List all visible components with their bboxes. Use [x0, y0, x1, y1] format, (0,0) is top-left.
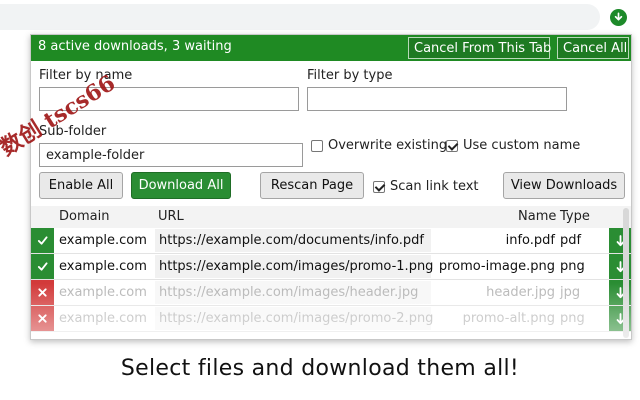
- row-toggle[interactable]: [31, 280, 54, 305]
- download-status-text: 8 active downloads, 3 waiting: [38, 39, 232, 54]
- table-scrollbar[interactable]: [623, 208, 629, 338]
- overwrite-option[interactable]: Overwrite existing: [311, 138, 447, 153]
- row-name[interactable]: promo-alt.png: [463, 311, 555, 326]
- row-name[interactable]: info.pdf: [506, 233, 555, 248]
- table-header: Domain URL Name Type: [31, 206, 631, 228]
- check-icon: [37, 236, 48, 245]
- close-icon: [38, 288, 47, 297]
- row-url: https://example.com/images/promo-1.png: [159, 259, 434, 274]
- row-name[interactable]: promo-image.png: [439, 259, 555, 274]
- extension-download-button[interactable]: [610, 9, 627, 26]
- cancel-from-tab-button[interactable]: Cancel From This Tab: [408, 37, 551, 59]
- table-row[interactable]: example.com https://example.com/document…: [31, 228, 631, 254]
- enable-all-button[interactable]: Enable All: [39, 172, 123, 199]
- row-url: https://example.com/documents/info.pdf: [159, 233, 424, 248]
- column-name[interactable]: Name: [518, 209, 556, 224]
- download-all-button[interactable]: Download All: [131, 172, 231, 199]
- scan-link-label: Scan link text: [390, 179, 479, 194]
- overwrite-checkbox[interactable]: [311, 139, 323, 152]
- scan-link-option[interactable]: Scan link text: [373, 179, 479, 194]
- close-icon: [38, 314, 47, 323]
- row-name[interactable]: header.jpg: [486, 285, 555, 300]
- row-domain: example.com: [59, 233, 147, 248]
- table-row[interactable]: example.com https://example.com/images/p…: [31, 254, 631, 280]
- scan-link-checkbox[interactable]: [373, 180, 385, 193]
- subfolder-input[interactable]: [39, 143, 303, 167]
- row-domain: example.com: [59, 259, 147, 274]
- row-url: https://example.com/images/promo-2.png: [159, 311, 434, 326]
- filter-type-input[interactable]: [307, 87, 567, 111]
- row-toggle[interactable]: [31, 254, 54, 279]
- overwrite-label: Overwrite existing: [328, 138, 448, 153]
- custom-name-checkbox[interactable]: [446, 139, 458, 152]
- row-type: jpg: [560, 285, 581, 300]
- check-icon: [37, 262, 48, 271]
- row-domain: example.com: [59, 311, 147, 326]
- rescan-page-button[interactable]: Rescan Page: [260, 172, 364, 199]
- table-row[interactable]: example.com https://example.com/images/p…: [31, 306, 631, 332]
- column-domain[interactable]: Domain: [59, 209, 109, 224]
- table-row[interactable]: example.com https://example.com/images/h…: [31, 280, 631, 306]
- column-url[interactable]: URL: [158, 209, 184, 224]
- view-downloads-button[interactable]: View Downloads: [503, 172, 625, 199]
- promo-caption: Select files and download them all!: [120, 356, 520, 381]
- filter-type-label: Filter by type: [307, 68, 393, 83]
- download-arrow-icon: [614, 12, 623, 21]
- custom-name-label: Use custom name: [463, 138, 581, 153]
- row-type: pdf: [560, 233, 582, 248]
- column-type[interactable]: Type: [560, 209, 590, 224]
- row-domain: example.com: [59, 285, 147, 300]
- cancel-all-button[interactable]: Cancel All: [557, 37, 629, 59]
- address-bar[interactable]: [0, 4, 600, 30]
- row-type: png: [560, 311, 585, 326]
- custom-name-option[interactable]: Use custom name: [446, 138, 580, 153]
- row-url: https://example.com/images/header.jpg: [159, 285, 419, 300]
- popup-header: 8 active downloads, 3 waiting Cancel Fro…: [31, 35, 631, 61]
- row-toggle[interactable]: [31, 306, 54, 331]
- browser-toolbar: [0, 0, 640, 34]
- screenshot-stage: 8 active downloads, 3 waiting Cancel Fro…: [0, 0, 640, 400]
- row-type: png: [560, 259, 585, 274]
- row-toggle[interactable]: [31, 228, 54, 253]
